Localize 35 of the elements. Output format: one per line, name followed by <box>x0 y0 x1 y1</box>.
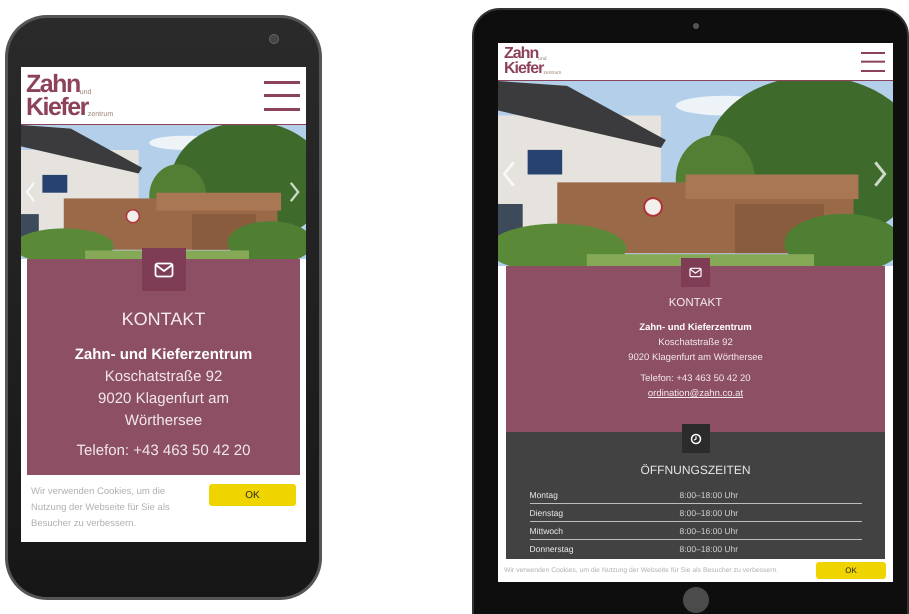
logo-text: Zahn <box>504 47 538 62</box>
envelope-icon <box>681 258 710 287</box>
address-line: Koschatstraße 92 <box>104 367 224 387</box>
opening-time: 8:00–16:00 Uhr <box>680 526 738 536</box>
section-title: KONTAKT <box>122 309 206 330</box>
practice-name: Zahn- und Kieferzentrum <box>74 345 252 365</box>
day-label: Donnerstag <box>530 544 574 554</box>
phone-number: Telefon: +43 463 50 42 20 <box>640 372 751 386</box>
address-line: 9020 Klagenfurt am Wörthersee <box>97 389 230 431</box>
menu-icon[interactable] <box>264 80 300 110</box>
camera-icon <box>693 23 699 29</box>
practice-name: Zahn- und Kieferzentrum <box>639 321 752 335</box>
camera-icon <box>269 34 279 44</box>
clock-icon <box>682 424 710 453</box>
phone-number: Telefon: +43 463 50 42 20 <box>76 441 252 461</box>
email-link[interactable]: ordination@zahn.co.at <box>648 386 744 401</box>
logo-text: Kiefer <box>504 62 544 76</box>
ok-button[interactable]: OK <box>816 562 886 579</box>
opening-time: 8:00–18:00 Uhr <box>680 544 738 554</box>
opening-time: 8:00–18:00 Uhr <box>680 508 738 518</box>
opening-time: 8:00–18:00 Uhr <box>680 490 738 500</box>
home-button[interactable] <box>683 587 709 613</box>
section-title: ÖFFNUNGSZEITEN <box>640 463 750 477</box>
day-label: Mittwoch <box>530 526 564 536</box>
day-label: Dienstag <box>530 508 564 518</box>
logo-text: Kiefer <box>26 96 88 118</box>
address-line: 9020 Klagenfurt am Wörthersee <box>628 351 763 365</box>
address-line: Koschatstraße 92 <box>658 336 733 350</box>
section-title: KONTAKT <box>668 297 722 309</box>
logo-text: Zahn <box>26 73 80 96</box>
envelope-icon <box>142 248 186 291</box>
ok-button[interactable]: OK <box>209 484 296 506</box>
menu-icon[interactable] <box>861 50 885 72</box>
cookie-notice: Wir verwenden Cookies, um die Nutzung der Webseite für Sie als Besucher zu verbessern. <box>31 485 171 531</box>
day-label: Montag <box>530 490 559 500</box>
